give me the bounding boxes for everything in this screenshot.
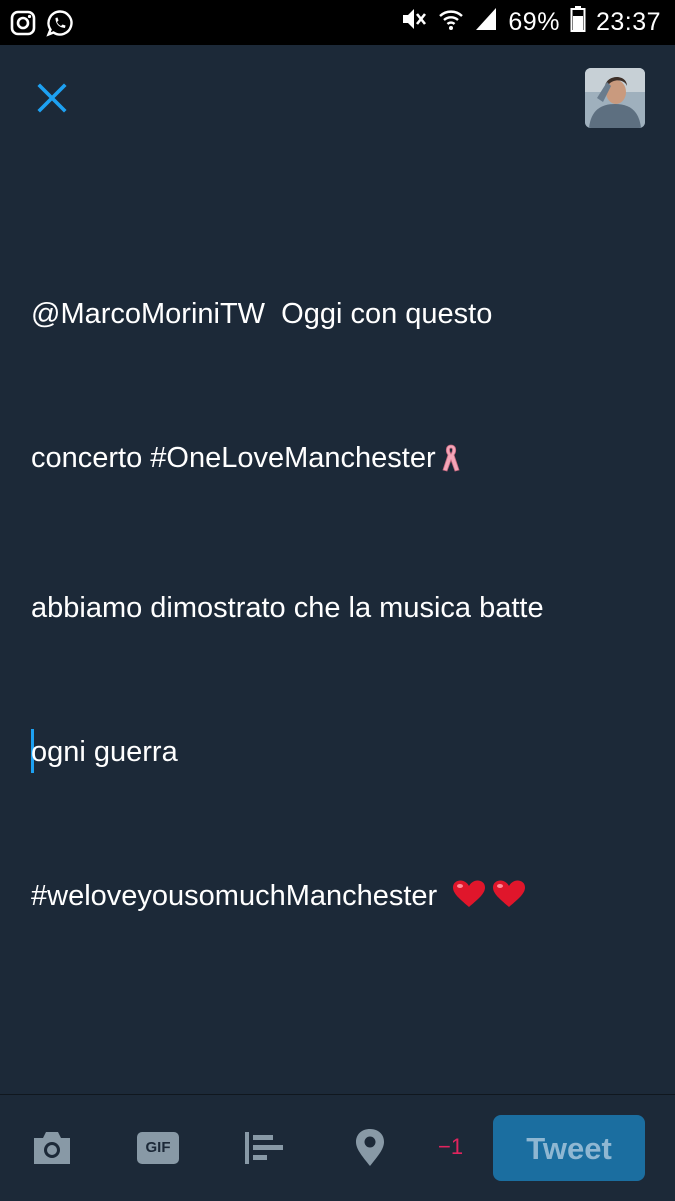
compose-line-2-text: concerto #OneLoveManchester: [31, 442, 436, 474]
tweet-button[interactable]: Tweet: [493, 1115, 645, 1181]
camera-icon: [34, 1132, 70, 1164]
compose-line-4: ogni guerra: [31, 728, 641, 776]
poll-icon: [245, 1132, 283, 1164]
instagram-icon: [10, 10, 36, 41]
compose-line-2: concerto #OneLoveManchester: [31, 434, 641, 488]
status-bar-left: [10, 9, 74, 42]
compose-line-5-text: #weloveyousomuchManchester: [31, 880, 438, 912]
wifi-icon: [438, 6, 464, 39]
hearts-emoji: [451, 876, 527, 924]
compose-toolbar: GIF −1 Tweet: [0, 1094, 675, 1201]
close-button[interactable]: [32, 78, 72, 118]
avatar[interactable]: [585, 68, 645, 128]
close-icon: [37, 83, 67, 113]
signal-icon: [474, 6, 498, 39]
camera-button[interactable]: [30, 1128, 74, 1168]
gif-label: GIF: [145, 1139, 171, 1156]
tweet-compose-field[interactable]: @MarcoMoriniTW Oggi con questo concerto …: [31, 194, 641, 972]
gif-button[interactable]: GIF: [136, 1128, 180, 1168]
location-icon: [356, 1129, 384, 1166]
compose-line-3: abbiamo dimostrato che la musica batte: [31, 592, 544, 624]
mute-icon: [400, 6, 428, 39]
battery-percent: 69%: [508, 7, 560, 36]
status-bar: 69% 23:37: [0, 0, 675, 45]
poll-button[interactable]: [242, 1128, 286, 1168]
character-counter: −1: [438, 1134, 464, 1159]
status-bar-right: 69% 23:37: [400, 5, 661, 39]
battery-icon: [570, 5, 586, 40]
compose-line-5: #weloveyousomuchManchester: [31, 872, 641, 924]
ribbon-emoji: [440, 440, 462, 488]
compose-line-1: @MarcoMoriniTW Oggi con questo: [31, 298, 493, 330]
clock: 23:37: [595, 7, 661, 36]
compose-line-4-text: ogni guerra: [31, 736, 178, 768]
location-button[interactable]: [348, 1128, 392, 1168]
whatsapp-icon: [46, 9, 74, 42]
